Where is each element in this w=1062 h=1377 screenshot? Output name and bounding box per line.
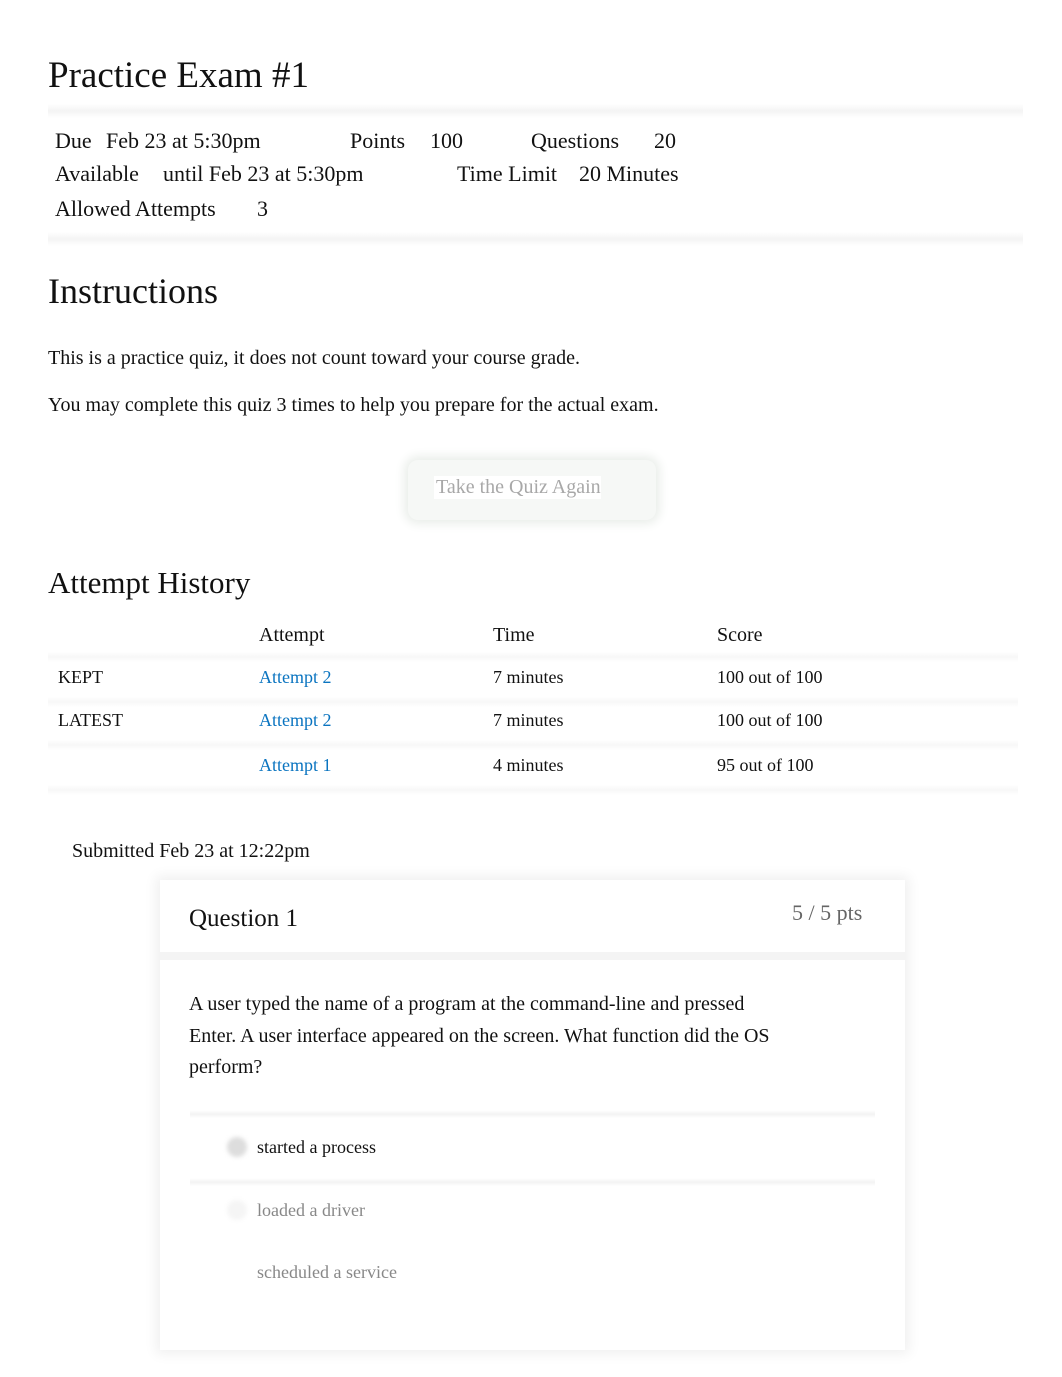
submitted-timestamp: Submitted Feb 23 at 12:22pm: [72, 840, 310, 862]
question-text-line: Enter. A user interface appeared on the …: [189, 1025, 770, 1047]
answer-label: started a process: [257, 1137, 376, 1157]
available-value: until Feb 23 at 5:30pm: [163, 161, 364, 186]
instructions-paragraph: This is a practice quiz, it does not cou…: [48, 347, 581, 369]
divider: [48, 104, 1023, 118]
questions-value: 20: [654, 128, 676, 153]
time-limit-value: 20 Minutes: [579, 161, 679, 186]
question-points: 5 / 5 pts: [792, 900, 863, 925]
divider: [48, 232, 1023, 246]
attempt-tag: LATEST: [58, 710, 123, 730]
attempt-tag: KEPT: [58, 667, 103, 687]
attempt-score: 95 out of 100: [717, 755, 814, 775]
column-header-time: Time: [493, 624, 535, 646]
attempts-value: 3: [257, 196, 268, 221]
instructions-paragraph: You may complete this quiz 3 times to he…: [48, 394, 659, 416]
question-text-line: perform?: [189, 1056, 263, 1078]
question-text-line: A user typed the name of a program at th…: [189, 993, 745, 1015]
time-limit-label: Time Limit: [457, 161, 558, 186]
due-value: Feb 23 at 5:30pm: [106, 128, 261, 153]
attempt-link[interactable]: Attempt 2: [259, 710, 332, 731]
attempt-score: 100 out of 100: [717, 667, 823, 687]
answer-label: loaded a driver: [257, 1200, 365, 1220]
due-label: Due: [55, 128, 92, 153]
available-label: Available: [55, 161, 139, 186]
divider: [48, 740, 1018, 750]
attempts-label: Allowed Attempts: [55, 196, 216, 221]
column-header-attempt: Attempt: [259, 624, 325, 646]
column-header-score: Score: [717, 624, 763, 646]
question-header: Question 1 5 / 5 pts: [160, 880, 905, 960]
divider: [48, 785, 1018, 795]
points-value: 100: [430, 128, 463, 153]
instructions-heading: Instructions: [48, 271, 218, 311]
radio-selected-icon[interactable]: [227, 1137, 247, 1157]
radio-icon[interactable]: [227, 1200, 247, 1220]
attempt-score: 100 out of 100: [717, 710, 823, 730]
take-quiz-again-button[interactable]: Take the Quiz Again: [408, 460, 656, 520]
divider: [48, 697, 1018, 707]
attempt-time: 7 minutes: [493, 667, 564, 687]
attempt-link[interactable]: Attempt 1: [259, 755, 332, 776]
attempt-history-heading: Attempt History: [48, 565, 251, 600]
questions-label: Questions: [531, 128, 619, 153]
page-title: Practice Exam #1: [48, 55, 309, 96]
divider: [48, 652, 1018, 662]
attempt-time: 7 minutes: [493, 710, 564, 730]
divider: [190, 1178, 875, 1186]
points-label: Points: [350, 128, 406, 153]
divider: [190, 1110, 875, 1118]
attempt-link[interactable]: Attempt 2: [259, 667, 332, 688]
attempt-time: 4 minutes: [493, 755, 564, 775]
question-title: Question 1: [189, 905, 299, 932]
answer-label: scheduled a service: [257, 1262, 397, 1282]
